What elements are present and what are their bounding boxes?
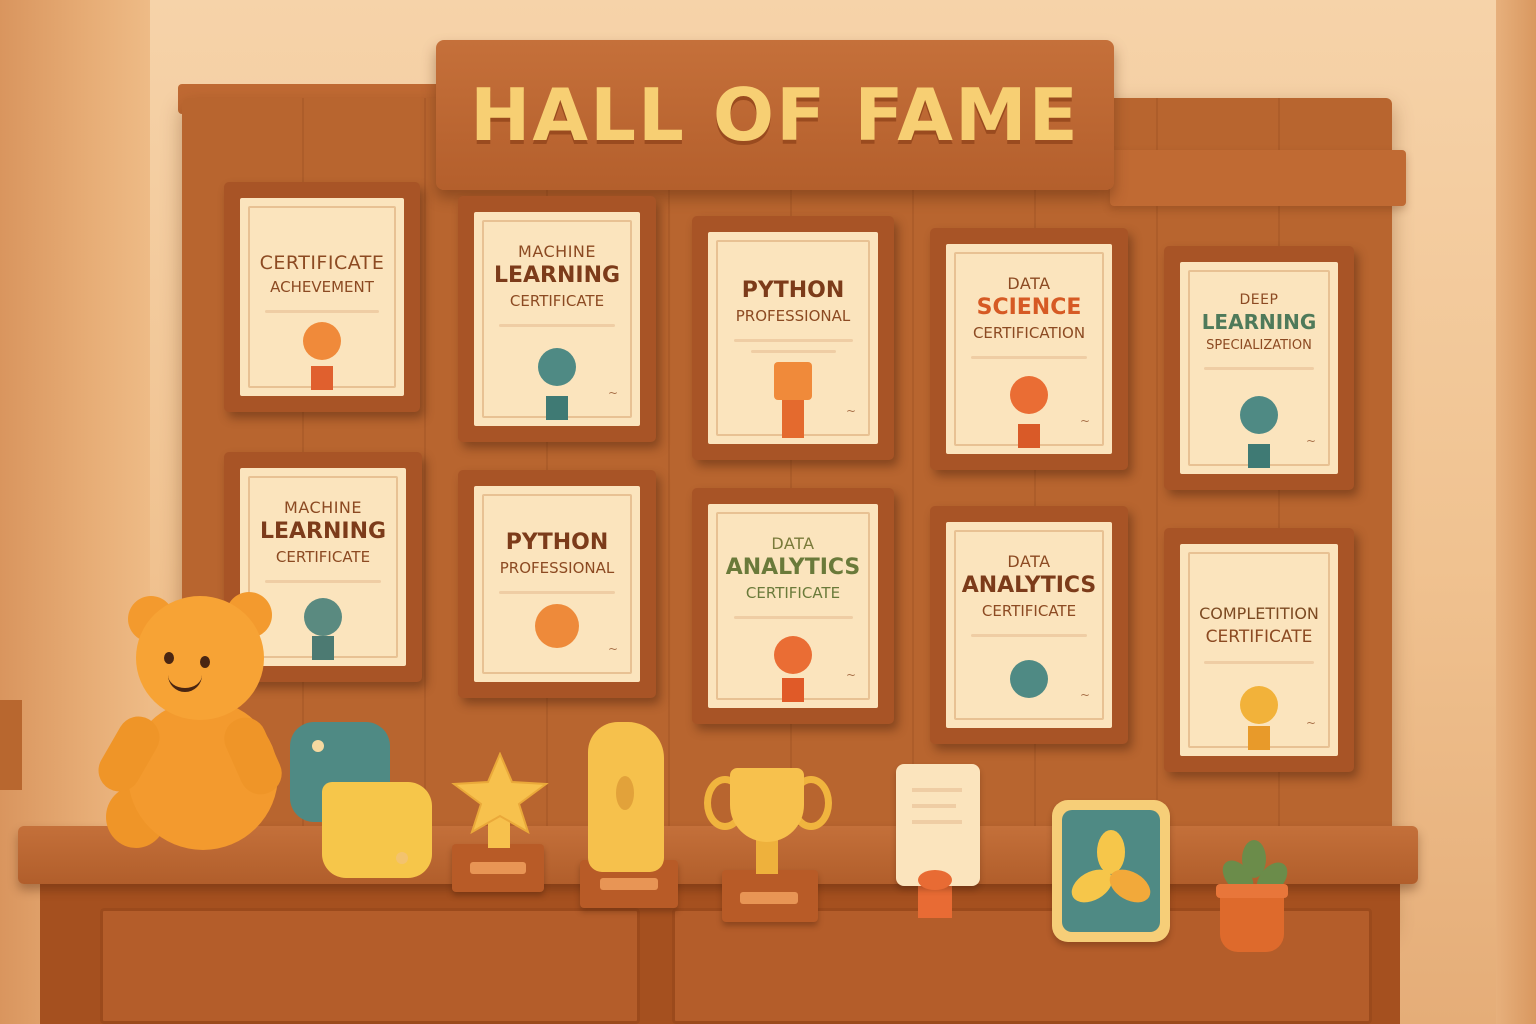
ribbon-icon	[312, 636, 334, 660]
certificate-line1: DEEP	[1239, 292, 1279, 308]
certificate-line3: PROFESSIONAL	[499, 559, 615, 577]
signature-icon: ~	[1079, 688, 1090, 702]
board-top-rail-right	[1110, 150, 1406, 206]
window-edge	[0, 700, 22, 790]
certificate-paper: COMPLETITION CERTIFICATE ~	[1180, 544, 1338, 756]
ribbon-icon	[1248, 444, 1270, 468]
certificate-line3: SPECIALIZATION	[1206, 338, 1312, 353]
seal-icon	[1240, 396, 1278, 434]
ribbon-icon	[1018, 424, 1040, 448]
hall-of-fame-sign: HALL OF FAME	[436, 40, 1114, 190]
certificate-line3: CERTIFICATE	[981, 602, 1077, 620]
text-rule	[750, 350, 836, 353]
text-rule	[498, 324, 616, 327]
certificate-frame-9[interactable]: DATA ANALYTICS CERTIFICATE ~	[930, 506, 1128, 744]
text-rule	[1203, 661, 1315, 664]
seal-icon	[1010, 376, 1048, 414]
right-wall	[1496, 0, 1536, 1024]
certificate-line3: CERTIFICATE	[1205, 627, 1313, 647]
certificate-frame-1[interactable]: CERTIFICATE ACHEVEMENT	[224, 182, 420, 412]
certificate-line3: ACHEVEMENT	[270, 278, 374, 296]
seal-icon	[1240, 686, 1278, 724]
signature-icon: ~	[845, 404, 856, 418]
seal-icon	[774, 362, 812, 400]
signature-icon: ~	[1305, 434, 1316, 448]
sign-title: HALL OF FAME	[470, 73, 1080, 157]
certificate-paper: DATA ANALYTICS CERTIFICATE ~	[946, 522, 1112, 728]
signature-icon: ~	[607, 386, 618, 400]
certificate-line2: COMPLETITION	[1199, 604, 1319, 623]
certificate-paper: DATA SCIENCE CERTIFICATION ~	[946, 244, 1112, 454]
certificate-frame-7[interactable]: PYTHON PROFESSIONAL ~	[458, 470, 656, 698]
ribbon-icon	[782, 678, 804, 702]
certificate-frame-2[interactable]: MACHINE LEARNING CERTIFICATE ~	[458, 196, 656, 442]
certificate-line3: CERTIFICATE	[745, 584, 841, 602]
certificate-frame-10[interactable]: COMPLETITION CERTIFICATE ~	[1164, 528, 1354, 772]
seal-icon	[304, 598, 342, 636]
seal-icon	[303, 322, 341, 360]
certificate-line3: PROFESSIONAL	[735, 307, 851, 325]
seal-icon	[774, 636, 812, 674]
certificate-line2: ANALYTICS	[961, 573, 1097, 598]
certificate-frame-4[interactable]: DATA SCIENCE CERTIFICATION ~	[930, 228, 1128, 470]
ribbon-icon	[311, 366, 333, 390]
certificate-paper: PYTHON PROFESSIONAL ~	[708, 232, 878, 444]
certificate-line3: CERTIFICATE	[509, 292, 605, 310]
certificate-paper: PYTHON PROFESSIONAL ~	[474, 486, 640, 682]
text-rule	[264, 310, 380, 313]
certificate-frame-3[interactable]: PYTHON PROFESSIONAL ~	[692, 216, 894, 460]
text-rule	[970, 634, 1088, 637]
certificate-paper: MACHINE LEARNING CERTIFICATE ~	[474, 212, 640, 426]
signature-icon: ~	[1079, 414, 1090, 428]
certificate-paper: CERTIFICATE ACHEVEMENT	[240, 198, 404, 396]
text-rule	[733, 616, 853, 619]
certificate-line3: CERTIFICATE	[275, 548, 371, 566]
certificate-line1: DATA	[1007, 552, 1051, 571]
text-rule	[733, 339, 853, 342]
certificate-line2: SCIENCE	[976, 295, 1082, 320]
certificate-line1: MACHINE	[518, 242, 596, 261]
certificate-line2: PYTHON	[741, 278, 845, 303]
seal-icon	[538, 348, 576, 386]
certificate-line1: MACHINE	[284, 498, 362, 517]
certificate-frame-8[interactable]: DATA ANALYTICS CERTIFICATE ~	[692, 488, 894, 724]
text-rule	[264, 580, 382, 583]
ribbon-icon	[1248, 726, 1270, 750]
signature-icon: ~	[1305, 716, 1316, 730]
certificate-line1: DATA	[771, 534, 815, 553]
certificate-frame-5[interactable]: DEEP LEARNING SPECIALIZATION ~	[1164, 246, 1354, 490]
ribbon-icon	[546, 396, 568, 420]
signature-icon: ~	[845, 668, 856, 682]
certificate-paper: DATA ANALYTICS CERTIFICATE ~	[708, 504, 878, 708]
certificate-line2: LEARNING	[259, 519, 387, 544]
certificate-line1: CERTIFICATE	[259, 252, 385, 274]
seal-icon	[1010, 660, 1048, 698]
certificate-line2: LEARNING	[1201, 310, 1317, 334]
seal-icon	[535, 604, 579, 648]
certificate-line2: PYTHON	[505, 530, 609, 555]
text-rule	[498, 591, 616, 594]
certificate-line2: ANALYTICS	[725, 555, 861, 580]
text-rule	[1203, 367, 1315, 370]
hall-of-fame-scene: HALL OF FAME CERTIFICATE ACHEVEMENT MACH…	[0, 0, 1536, 1024]
signature-icon: ~	[607, 642, 618, 656]
drawer-left[interactable]	[100, 908, 640, 1024]
certificate-line3: CERTIFICATION	[972, 324, 1086, 342]
certificate-paper: MACHINE LEARNING CERTIFICATE	[240, 468, 406, 666]
text-rule	[970, 356, 1088, 359]
certificate-line2: LEARNING	[493, 263, 621, 288]
certificate-paper: DEEP LEARNING SPECIALIZATION ~	[1180, 262, 1338, 474]
certificate-line1: DATA	[1007, 274, 1051, 293]
